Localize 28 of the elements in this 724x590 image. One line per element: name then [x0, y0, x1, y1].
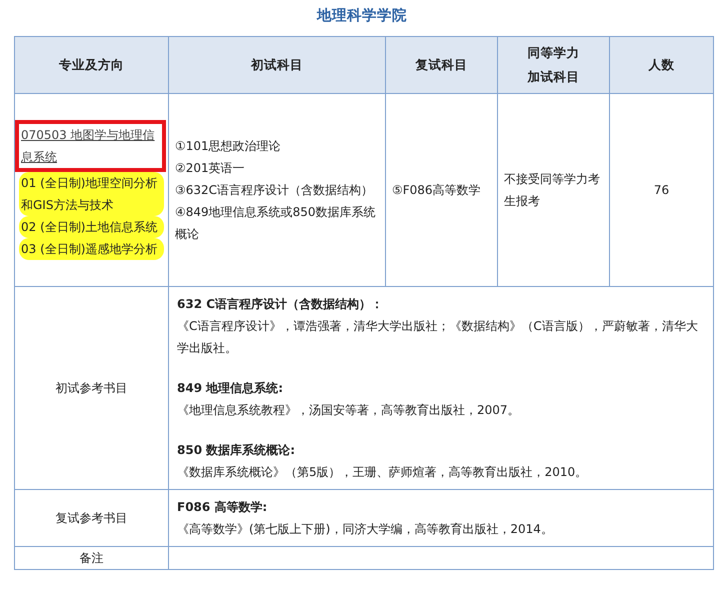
- column-header: 初试科目: [168, 36, 386, 94]
- exam-subject: ⑤F086高等数学: [392, 182, 482, 199]
- direction-entry: 03 (全日制)遥感地学分析: [19, 238, 164, 260]
- exam-subject: ③632C语言程序设计（含数据结构）: [175, 182, 374, 199]
- page-title: 地理科学学院: [316, 6, 408, 26]
- row-label: 初试参考书目: [56, 381, 128, 395]
- row-label: 备注: [80, 551, 104, 565]
- exam-subject: ②201英语一: [175, 160, 246, 177]
- column-header: 同等学力 加试科目: [498, 36, 610, 94]
- book-heading: F086 高等数学:: [177, 499, 268, 516]
- book-heading: 632 C语言程序设计（含数据结构）：: [177, 296, 384, 313]
- column-header: 人数: [610, 36, 714, 94]
- book-heading: 849 地理信息系统:: [177, 380, 284, 397]
- enrollment-count: 76: [654, 183, 670, 197]
- equivalent-note: 不接受同等学力考生报考: [504, 171, 601, 210]
- direction-entry: 02 (全日制)土地信息系统: [19, 216, 164, 238]
- book-reference: 《高等数学》(第七版上下册)，同济大学编，高等教育出版社，2014。: [177, 521, 554, 538]
- exam-subject: ④849地理信息系统或850数据库系统概论: [175, 204, 377, 243]
- book-reference: 《C语言程序设计》，谭浩强著，清华大学出版社；《数据结构》（C语言版），严蔚敏著，清华大学出版社。: [177, 318, 699, 357]
- book-reference: 《地理信息系统教程》，汤国安等著，高等教育出版社，2007。: [177, 402, 521, 419]
- book-heading: 850 数据库系统概论:: [177, 442, 296, 459]
- major-link[interactable]: 070503 地图学与地理信息系统: [15, 120, 166, 172]
- book-reference: 《数据库系统概论》（第5版），王珊、萨师煊著，高等教育出版社，2010。: [177, 464, 588, 481]
- row-label: 复试参考书目: [56, 511, 128, 525]
- column-header: 复试科目: [386, 36, 498, 94]
- direction-entry: 01 (全日制)地理空间分析和GIS方法与技术: [19, 172, 164, 216]
- exam-subject: ①101思想政治理论: [175, 138, 282, 155]
- column-header: 专业及方向: [14, 36, 168, 94]
